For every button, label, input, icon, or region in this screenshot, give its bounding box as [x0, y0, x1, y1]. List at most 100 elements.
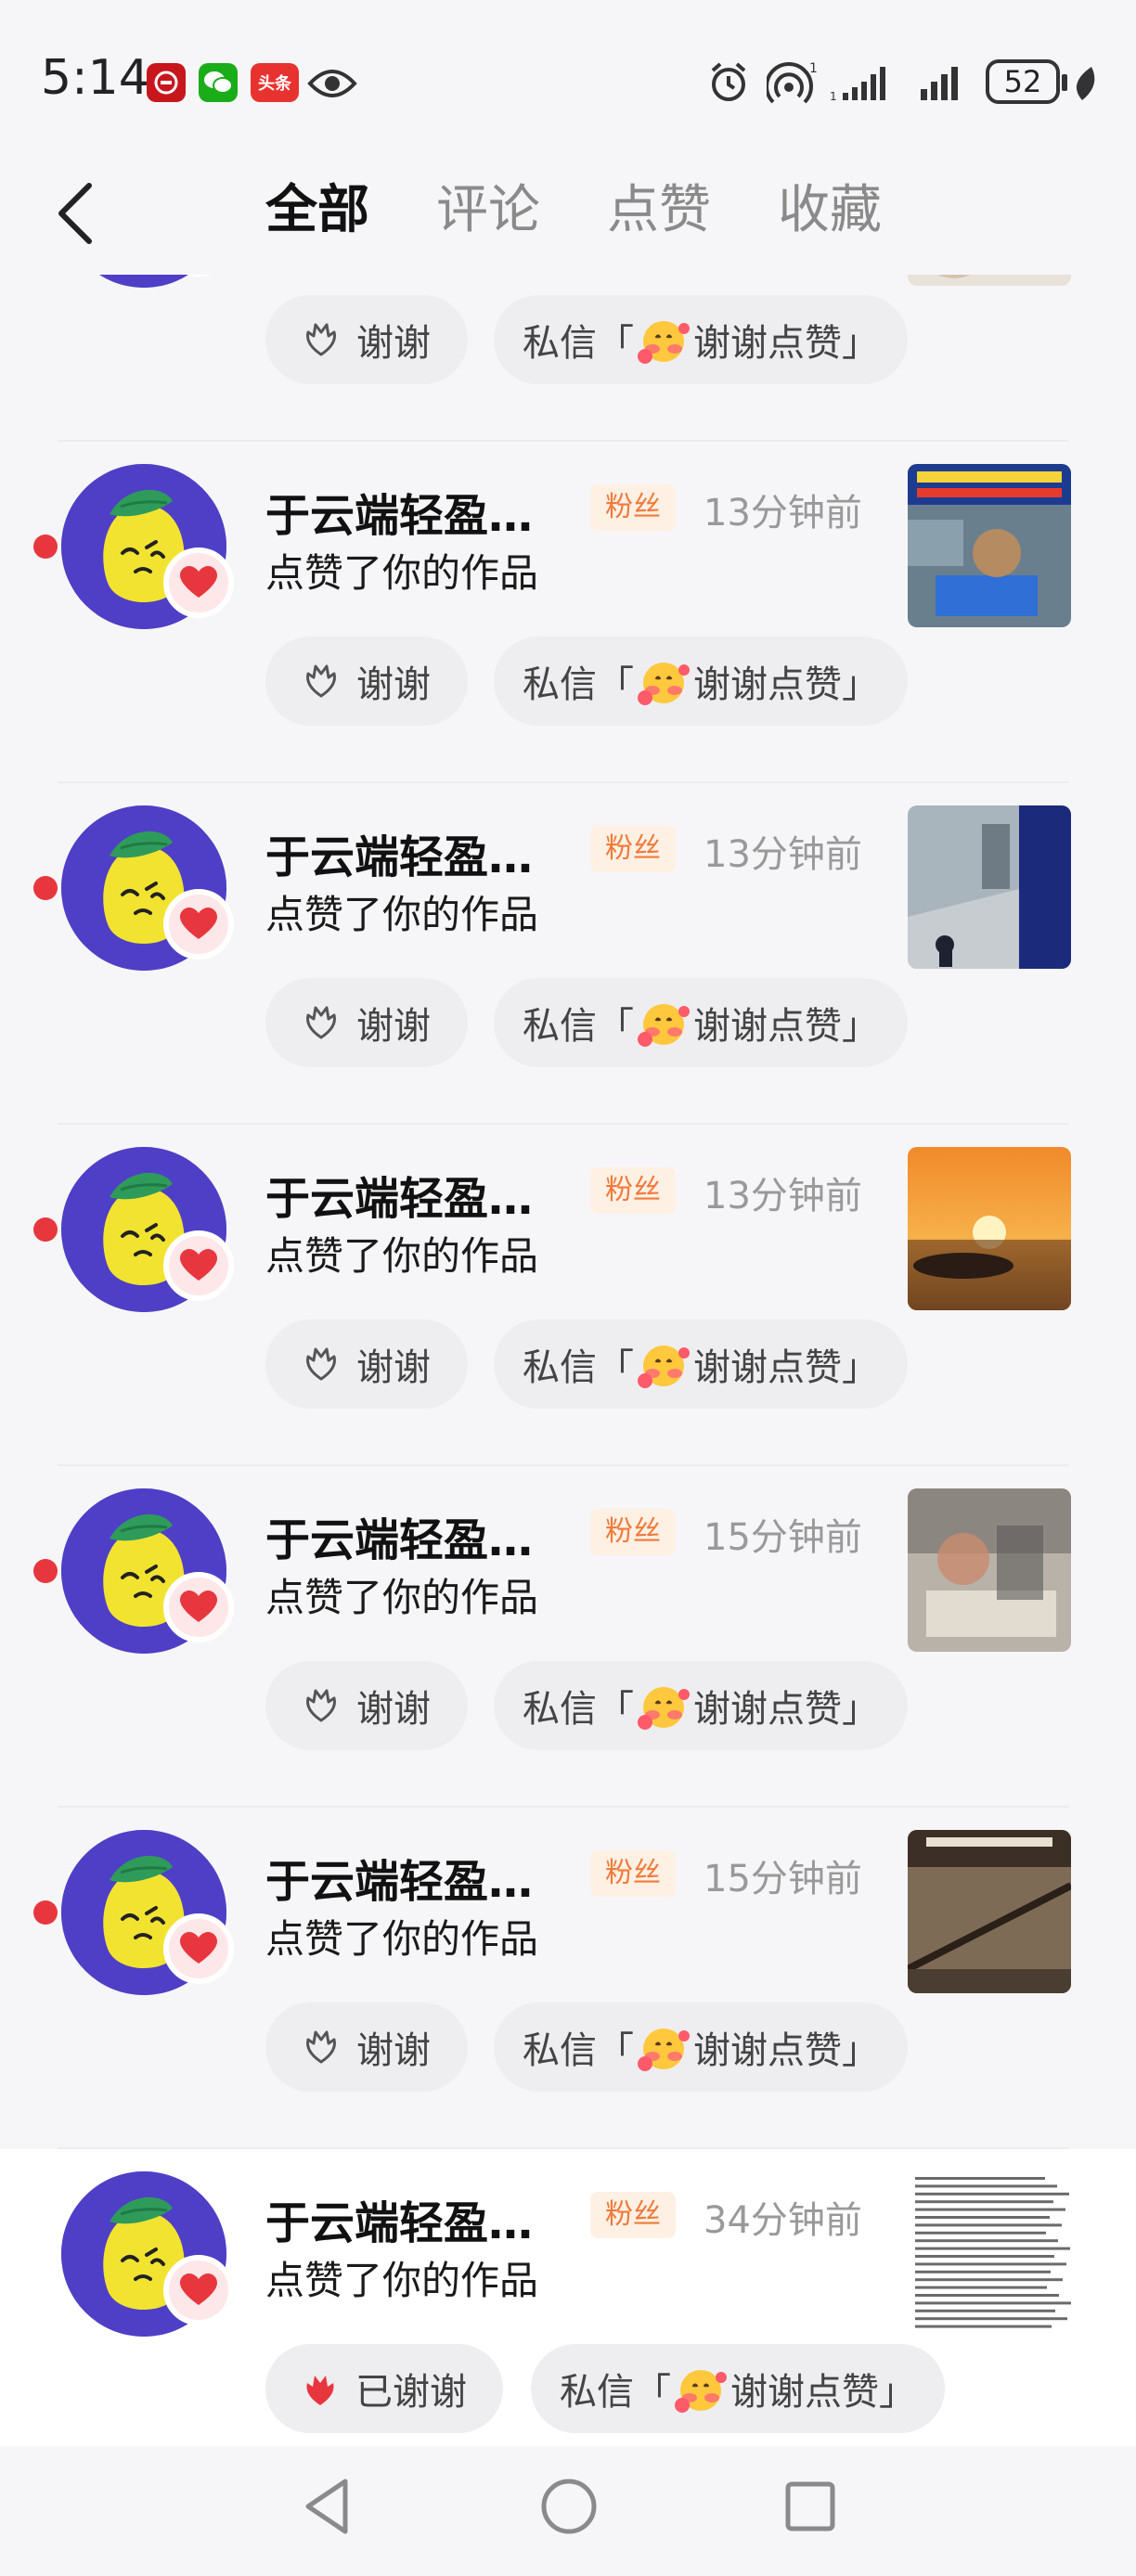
notification-item[interactable]: 于云端轻盈… 粉丝 15分钟前点赞了你的作品谢谢 私信「 谢谢点赞」: [0, 1808, 1136, 2149]
fan-badge: 粉丝: [590, 2192, 676, 2238]
heart-icon: [163, 889, 234, 960]
thanks-label: 谢谢: [356, 1005, 431, 1048]
leaf-icon: [1073, 65, 1097, 111]
post-thumbnail[interactable]: [908, 1488, 1071, 1652]
thanks-icon: [306, 664, 336, 698]
message-suffix: 谢谢点赞」: [693, 1005, 879, 1048]
thanks-button[interactable]: 谢谢: [265, 637, 468, 726]
unread-dot: [33, 876, 58, 900]
message-button[interactable]: 私信「 谢谢点赞」: [494, 1320, 908, 1409]
blushing-emoji-icon: [638, 1687, 690, 1730]
timestamp: 13分钟前: [704, 833, 862, 876]
notification-item[interactable]: 于云端轻盈… 粉丝 15分钟前点赞了你的作品谢谢 私信「 谢谢点赞」: [0, 1466, 1136, 1808]
action-text: 点赞了你的作品: [265, 2258, 539, 2303]
post-thumbnail[interactable]: [908, 2171, 1071, 2335]
message-prefix: 私信「: [523, 1688, 634, 1731]
toutiao-icon: 头条: [251, 63, 299, 102]
user-name[interactable]: 于云端轻盈…: [265, 820, 533, 885]
message-button[interactable]: 私信「 谢谢点赞」: [494, 637, 908, 726]
user-name[interactable]: 于云端轻盈…: [265, 479, 533, 544]
thanks-filled-icon: [306, 2376, 334, 2405]
avatar[interactable]: [61, 275, 226, 288]
unread-dot: [33, 1559, 58, 1583]
status-bar: 5:14 头条 1 1 52: [0, 0, 1136, 158]
home-circle-icon[interactable]: [538, 2476, 600, 2541]
thanks-button[interactable]: 谢谢: [265, 1320, 468, 1409]
timestamp: 13分钟前: [704, 492, 862, 535]
unread-dot: [33, 535, 58, 559]
status-time: 5:14: [41, 50, 149, 106]
message-button[interactable]: 私信「 谢谢点赞」: [494, 1661, 908, 1750]
thanks-label: 谢谢: [356, 1346, 431, 1389]
message-button[interactable]: 私信「 谢谢点赞」: [531, 2344, 945, 2433]
user-name[interactable]: 于云端轻盈…: [265, 2186, 533, 2251]
heart-icon: [163, 1572, 234, 1642]
message-prefix: 私信「: [560, 2371, 671, 2414]
header: 全部 评论 点赞 收藏: [0, 158, 1136, 275]
signal-icon: 1: [830, 59, 904, 106]
fan-badge: 粉丝: [590, 1509, 676, 1555]
thanks-button[interactable]: 谢谢: [265, 295, 468, 384]
tab-likes[interactable]: 点赞: [607, 169, 711, 252]
tab-comments[interactable]: 评论: [436, 169, 540, 252]
message-button[interactable]: 私信「 谢谢点赞」: [494, 978, 908, 1067]
action-text: 点赞了你的作品: [265, 1916, 539, 1962]
bank-icon: [147, 63, 186, 102]
message-button[interactable]: 私信「 谢谢点赞」: [494, 295, 908, 384]
fan-badge: 粉丝: [590, 1167, 676, 1214]
tab-favorites[interactable]: 收藏: [778, 169, 882, 252]
message-prefix: 私信「: [523, 1346, 634, 1389]
thanks-label: 谢谢: [356, 663, 431, 706]
heart-icon: [163, 547, 234, 618]
message-suffix: 谢谢点赞」: [693, 1688, 879, 1731]
post-thumbnail[interactable]: [908, 464, 1071, 627]
fan-badge: 粉丝: [590, 484, 676, 531]
timestamp: 15分钟前: [704, 1516, 862, 1559]
post-thumbnail[interactable]: [908, 1830, 1071, 1993]
blushing-emoji-icon: [638, 2029, 690, 2071]
post-thumbnail[interactable]: [908, 805, 1071, 969]
notification-item[interactable]: 于云端轻盈… 粉丝 13分钟前 点赞了你的作品 谢谢 私信「 谢谢点赞」: [0, 783, 1136, 1125]
thanks-label: 谢谢: [356, 322, 431, 365]
post-thumbnail[interactable]: [908, 275, 1071, 286]
message-prefix: 私信「: [523, 2029, 634, 2072]
wechat-icon: [199, 63, 238, 102]
thanks-icon: [306, 323, 336, 356]
thanks-label: 谢谢: [356, 1688, 431, 1731]
timestamp: 15分钟前: [704, 1858, 862, 1900]
recents-square-icon[interactable]: [780, 2476, 841, 2541]
battery-icon: 52: [986, 59, 1060, 104]
message-prefix: 私信「: [523, 322, 634, 365]
thanks-label: 谢谢: [356, 2029, 431, 2072]
tab-all[interactable]: 全部: [265, 169, 369, 252]
post-thumbnail[interactable]: [908, 1147, 1071, 1310]
fan-badge: 粉丝: [590, 1850, 676, 1897]
notification-list[interactable]: 点赞了你的作品谢谢私信「谢谢点赞」于云端轻盈…粉丝13分钟前点赞了你的作品谢谢私…: [0, 275, 1136, 2446]
action-text: 点赞了你的作品: [265, 1575, 539, 1620]
notification-item[interactable]: 点赞了你的作品谢谢私信「谢谢点赞」: [0, 275, 1136, 442]
notification-item[interactable]: 于云端轻盈… 粉丝 13分钟前点赞了你的作品谢谢 私信「 谢谢点赞」: [0, 442, 1136, 783]
eye-icon: [306, 65, 358, 106]
user-name[interactable]: 于云端轻盈…: [265, 1845, 533, 1910]
back-triangle-icon[interactable]: [299, 2476, 355, 2541]
message-suffix: 谢谢点赞」: [693, 322, 879, 365]
thanks-button[interactable]: 谢谢: [265, 978, 468, 1067]
action-text: 点赞了你的作品: [265, 550, 539, 596]
user-name[interactable]: 于云端轻盈…: [265, 1162, 533, 1227]
notification-item[interactable]: 于云端轻盈… 粉丝 13分钟前 点赞了你的作品 谢谢 私信「 谢谢点赞」: [0, 1125, 1136, 1466]
blushing-emoji-icon: [638, 1346, 690, 1388]
thanks-button[interactable]: 谢谢: [265, 2003, 468, 2092]
unread-dot: [33, 1900, 58, 1925]
notification-item[interactable]: 于云端轻盈… 粉丝 34分钟前 点赞了你的作品 已谢谢 私信「 谢谢点赞」: [0, 2149, 1136, 2446]
thanks-button[interactable]: 谢谢: [265, 1661, 468, 1750]
message-suffix: 谢谢点赞」: [693, 663, 879, 706]
back-button[interactable]: [48, 176, 113, 251]
message-suffix: 谢谢点赞」: [730, 2371, 916, 2414]
user-name[interactable]: 于云端轻盈…: [265, 1503, 533, 1568]
heart-icon: [163, 1913, 234, 1984]
thanks-button[interactable]: 已谢谢: [265, 2344, 503, 2433]
thanks-icon: [306, 2030, 336, 2064]
tab-bar: 全部 评论 点赞 收藏: [265, 169, 882, 252]
message-button[interactable]: 私信「 谢谢点赞」: [494, 2003, 908, 2092]
action-text: 点赞了你的作品: [265, 892, 539, 937]
